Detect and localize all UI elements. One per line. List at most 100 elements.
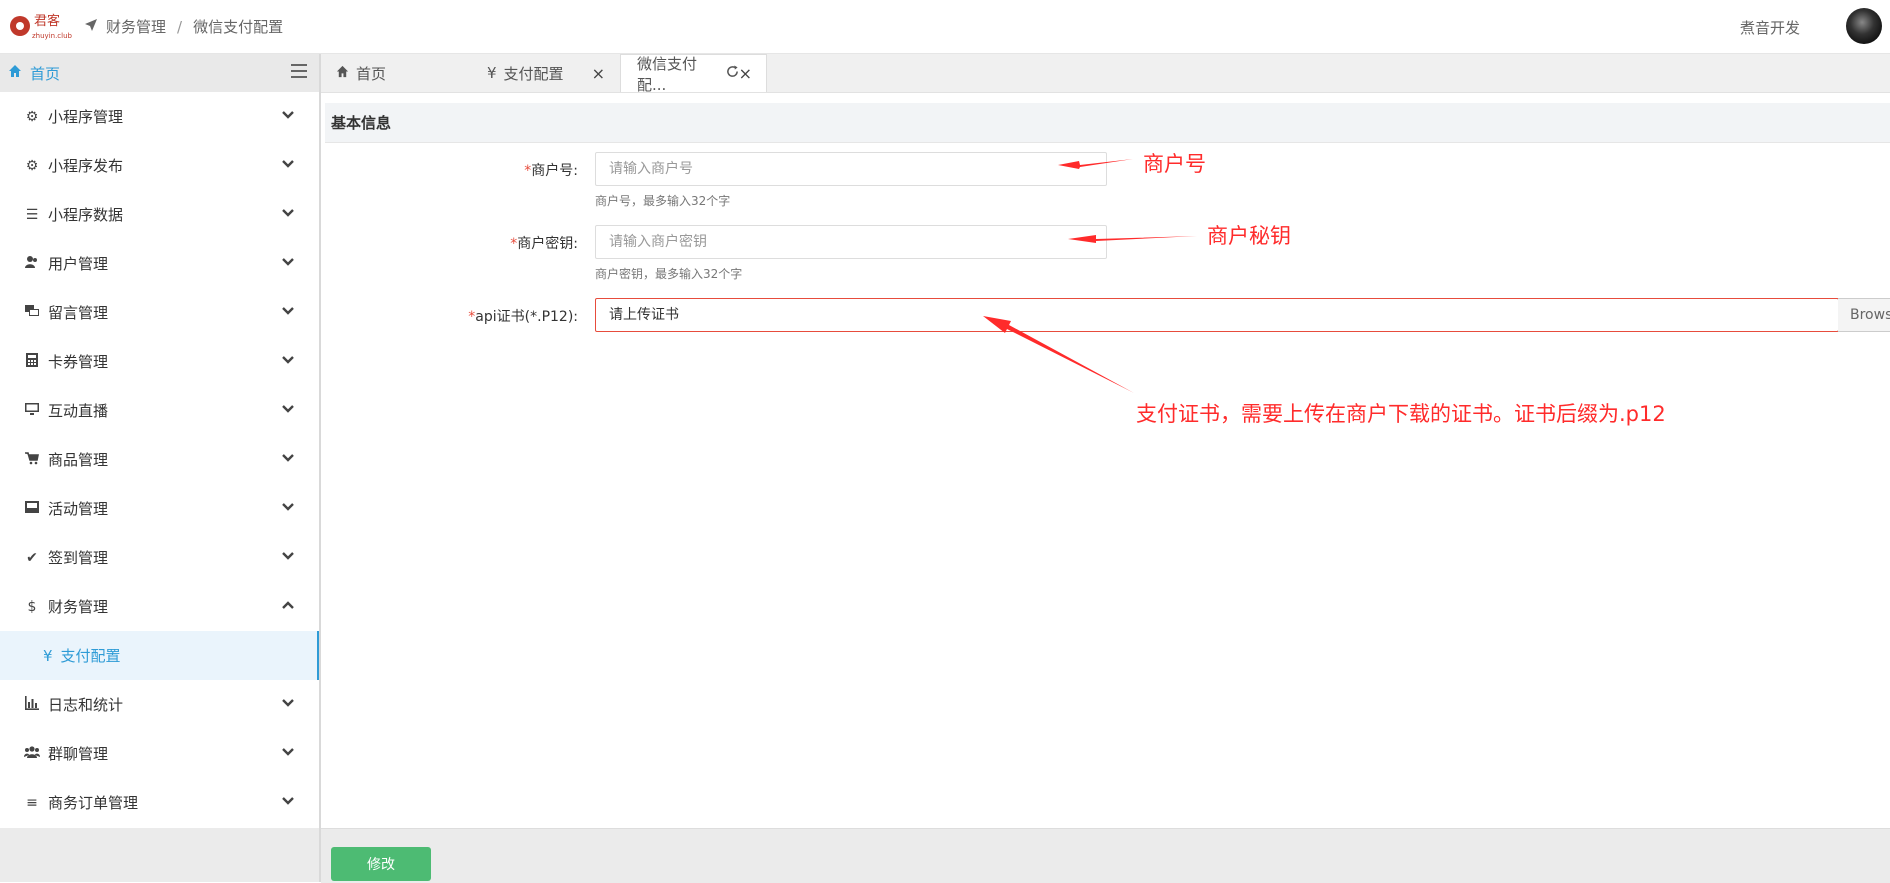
gear-icon: ⚙	[25, 157, 39, 174]
main-content: 基本信息 *商户号: 商户号，最多输入32个字 *商户密钥: 商户密钥，最多输入…	[321, 93, 1890, 828]
annotation-merchant-id: 商户号	[1143, 152, 1206, 176]
merchant-key-input[interactable]	[595, 225, 1107, 259]
sidebar-item-finance[interactable]: $ 财务管理	[0, 582, 319, 631]
sidebar-item-products[interactable]: 商品管理	[0, 435, 319, 484]
tab-pay-config[interactable]: ¥ 支付配置 ×	[487, 54, 605, 92]
sidebar-item-live[interactable]: 互动直播	[0, 386, 319, 435]
sidebar-item-logs-stats[interactable]: 日志和统计	[0, 680, 319, 729]
home-icon	[336, 64, 349, 82]
sidebar-item-label: 小程序数据	[48, 206, 124, 224]
section-title: 基本信息	[325, 103, 1890, 143]
refresh-icon[interactable]	[726, 65, 739, 82]
bar-chart-icon	[24, 695, 40, 714]
sidebar-item-label: 活动管理	[48, 500, 109, 518]
menu-icon: ≡	[26, 794, 38, 811]
sidebar-item-messages[interactable]: 留言管理	[0, 288, 319, 337]
location-arrow-icon	[84, 18, 98, 36]
tab-bar: 首页 ¥ 支付配置 × 微信支付配... ×	[321, 54, 1890, 94]
annotation-merchant-key: 商户秘钥	[1207, 224, 1291, 248]
sidebar-item-miniprogram-manage[interactable]: ⚙ 小程序管理	[0, 92, 319, 141]
tab-label: 首页	[356, 64, 387, 83]
merchant-id-input[interactable]	[595, 152, 1107, 186]
logo-text: 君客	[34, 14, 61, 29]
chevron-down-icon	[281, 451, 295, 469]
sidebar-item-miniprogram-data[interactable]: ☰ 小程序数据	[0, 190, 319, 239]
submit-button[interactable]: 修改	[331, 847, 431, 881]
logo-subtext: zhuyin.club	[32, 32, 72, 40]
tab-label: 微信支付配...	[637, 54, 698, 94]
sidebar-item-label: 互动直播	[48, 402, 109, 420]
sidebar-item-label: 财务管理	[48, 598, 109, 616]
user-name[interactable]: 煮音开发	[1740, 17, 1800, 38]
tab-label: 支付配置	[503, 64, 564, 83]
breadcrumb-separator: /	[177, 17, 183, 36]
sidebar-item-coupons[interactable]: 卡券管理	[0, 337, 319, 386]
users-icon	[24, 255, 40, 273]
chevron-down-icon	[281, 157, 295, 175]
sidebar-home[interactable]: 首页	[0, 54, 319, 92]
form-footer: 修改	[321, 828, 1890, 883]
home-icon	[8, 64, 22, 82]
merchant-key-label: *商户密钥:	[321, 233, 578, 253]
sidebar-home-label: 首页	[30, 64, 61, 83]
api-cert-file-input[interactable]: 请上传证书	[595, 298, 1839, 332]
breadcrumb-item-finance[interactable]: 财务管理	[106, 16, 166, 37]
merchant-id-label-text: 商户号:	[531, 163, 578, 179]
chevron-down-icon	[281, 402, 295, 420]
logo-mark	[10, 16, 30, 36]
api-cert-label-text: api证书(*.P12):	[475, 309, 578, 325]
tab-home[interactable]: 首页	[336, 54, 466, 92]
browse-button[interactable]: Browse	[1838, 298, 1890, 332]
chevron-down-icon	[281, 794, 295, 812]
sidebar-item-label: 小程序发布	[48, 157, 124, 175]
top-header: 君客 zhuyin.club 财务管理 / 微信支付配置 煮音开发	[0, 0, 1890, 54]
sidebar-item-label: 日志和统计	[48, 696, 124, 714]
sidebar: 首页 ⚙ 小程序管理 ⚙ 小程序发布 ☰ 小程序数据 用户管理 留言管理 卡券管…	[0, 54, 321, 828]
chevron-down-icon	[281, 696, 295, 714]
sidebar-subitem-pay-config[interactable]: ¥ 支付配置	[0, 631, 319, 680]
sidebar-item-label: 用户管理	[48, 255, 109, 273]
chevron-down-icon	[281, 353, 295, 371]
yen-icon: ¥	[43, 646, 53, 665]
gear-icon: ⚙	[25, 108, 39, 125]
chevron-up-icon	[281, 598, 295, 616]
sidebar-item-label: 商务订单管理	[48, 794, 139, 812]
sidebar-item-activities[interactable]: 活动管理	[0, 484, 319, 533]
sidebar-item-label: 留言管理	[48, 304, 109, 322]
chevron-down-icon	[281, 549, 295, 567]
sidebar-item-miniprogram-publish[interactable]: ⚙ 小程序发布	[0, 141, 319, 190]
chevron-down-icon	[281, 206, 295, 224]
calculator-icon	[24, 352, 40, 371]
sidebar-item-checkin[interactable]: ✔ 签到管理	[0, 533, 319, 582]
api-cert-label: *api证书(*.P12):	[321, 306, 578, 326]
close-icon[interactable]: ×	[739, 64, 752, 83]
annotation-cert: 支付证书，需要上传在商户下载的证书。证书后缀为.p12	[1136, 402, 1666, 426]
app-logo[interactable]: 君客 zhuyin.club	[8, 6, 72, 46]
merchant-key-label-text: 商户密钥:	[517, 236, 578, 252]
chevron-down-icon	[281, 255, 295, 273]
sidebar-item-label: 群聊管理	[48, 745, 109, 763]
chevron-down-icon	[281, 745, 295, 763]
messages-icon	[24, 304, 40, 322]
sidebar-item-users[interactable]: 用户管理	[0, 239, 319, 288]
tab-wechat-pay-config[interactable]: 微信支付配... ×	[620, 54, 767, 94]
sidebar-subitem-label: 支付配置	[60, 647, 121, 665]
sidebar-item-label: 小程序管理	[48, 108, 124, 126]
sidebar-item-label: 商品管理	[48, 451, 109, 469]
dollar-icon: $	[27, 598, 37, 615]
merchant-id-label: *商户号:	[321, 160, 578, 180]
api-cert-value: 请上传证书	[609, 307, 679, 323]
group-icon	[24, 745, 40, 763]
merchant-key-help: 商户密钥，最多输入32个字	[595, 267, 743, 281]
sidebar-item-label: 卡券管理	[48, 353, 109, 371]
sidebar-item-group-chat[interactable]: 群聊管理	[0, 729, 319, 778]
chevron-down-icon	[281, 108, 295, 126]
hamburger-icon[interactable]	[291, 64, 307, 78]
avatar[interactable]	[1846, 8, 1882, 44]
check-icon: ✔	[26, 549, 38, 566]
breadcrumb: 财务管理 / 微信支付配置	[84, 16, 283, 37]
sidebar-item-business-orders[interactable]: ≡ 商务订单管理	[0, 778, 319, 827]
yen-icon: ¥	[487, 64, 497, 82]
close-icon[interactable]: ×	[592, 64, 605, 83]
inbox-icon	[24, 500, 40, 518]
